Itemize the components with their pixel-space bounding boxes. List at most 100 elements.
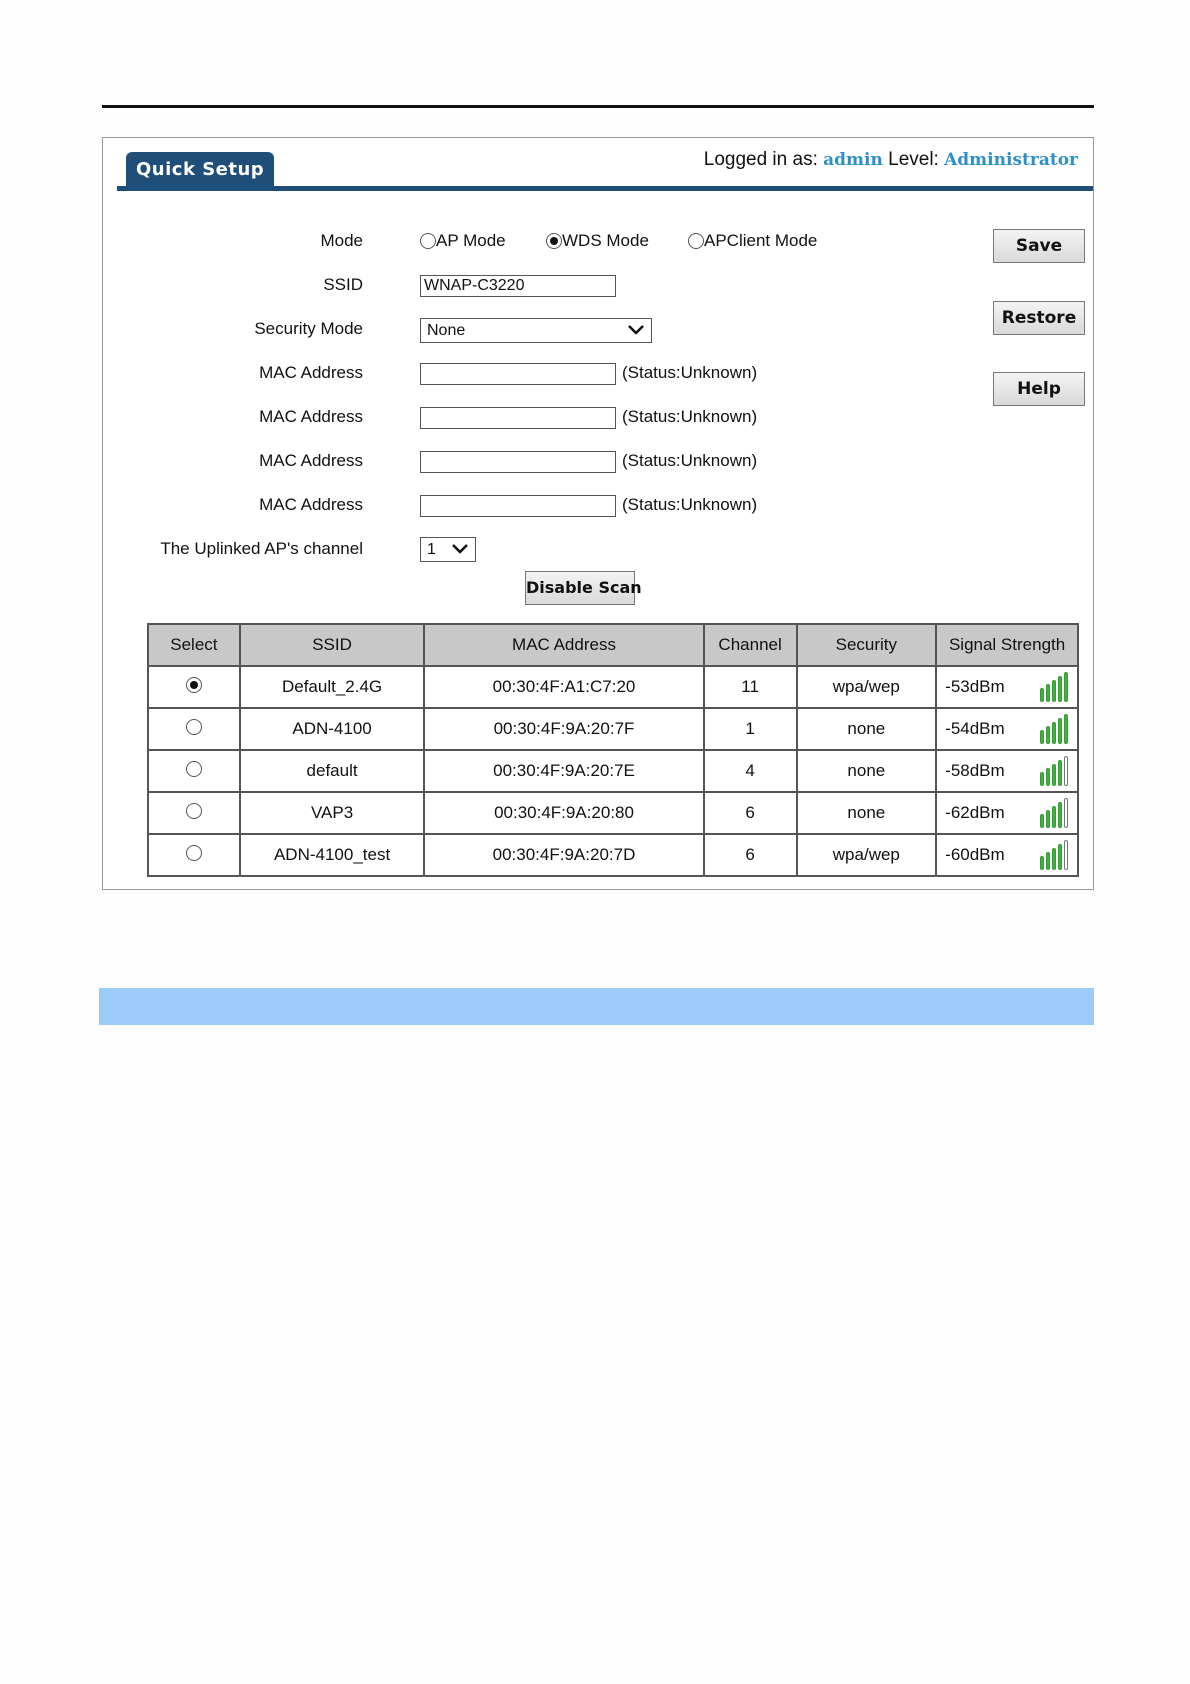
row-mac: 00:30:4F:9A:20:7F <box>423 707 705 751</box>
signal-bar <box>1058 844 1062 870</box>
mac-address-input-4[interactable] <box>420 495 616 517</box>
signal-bar <box>1064 798 1068 828</box>
signal-bar <box>1040 814 1044 828</box>
top-divider <box>102 105 1094 108</box>
row-ssid: ADN-4100_test <box>238 833 426 877</box>
header-mac-address: MAC Address <box>423 623 705 667</box>
ssid-input[interactable]: WNAP-C3220 <box>420 275 616 297</box>
row-ssid: Default_2.4G <box>238 665 426 709</box>
security-mode-value: None <box>427 321 466 339</box>
security-mode-label: Security Mode <box>254 319 363 338</box>
mac-address-label: MAC Address <box>259 495 363 514</box>
mode-ap-option[interactable]: AP Mode <box>420 231 506 251</box>
row-signal: -53dBm <box>935 665 1079 709</box>
signal-bar <box>1058 676 1062 702</box>
row-channel: 6 <box>702 833 798 877</box>
section-band <box>99 988 1094 1025</box>
header-channel: Channel <box>702 623 798 667</box>
row-ssid: default <box>238 749 426 793</box>
mac-address-input-2[interactable] <box>420 407 616 429</box>
row-select-cell[interactable] <box>147 707 241 751</box>
signal-bar <box>1064 756 1068 786</box>
table-row[interactable]: ADN-4100_test 00:30:4F:9A:20:7D 6 wpa/wep -6… <box>147 833 1079 877</box>
signal-bar <box>1052 806 1056 828</box>
row-security: none <box>795 707 938 751</box>
row-mac: 00:30:4F:9A:20:7D <box>423 833 705 877</box>
table-row[interactable]: VAP3 00:30:4F:9A:20:80 6 none -62dBm <box>147 791 1079 835</box>
user-name: admin <box>823 150 883 170</box>
signal-bar <box>1058 760 1062 786</box>
row-select-radio[interactable] <box>185 676 202 693</box>
signal-bar <box>1040 730 1044 744</box>
quick-setup-panel: Quick Setup Logged in as: admin Level: A… <box>102 137 1094 890</box>
table-row[interactable]: Default_2.4G 00:30:4F:A1:C7:20 11 wpa/wep -5… <box>147 665 1079 709</box>
header-select: Select <box>147 623 241 667</box>
signal-bar <box>1058 718 1062 744</box>
signal-bar <box>1064 840 1068 870</box>
row-select-radio[interactable] <box>185 760 202 777</box>
signal-bar <box>1040 856 1044 870</box>
signal-bar <box>1046 852 1050 870</box>
row-security: none <box>795 749 938 793</box>
row-signal: -54dBm <box>935 707 1079 751</box>
help-button[interactable]: Help <box>993 372 1085 406</box>
row-signal-value: -58dBm <box>945 761 1005 780</box>
uplinked-channel-label: The Uplinked AP's channel <box>160 539 363 558</box>
signal-strength-icon <box>1040 714 1068 744</box>
signal-bar <box>1058 802 1062 828</box>
signal-bar <box>1052 764 1056 786</box>
signal-bar <box>1052 722 1056 744</box>
row-security: wpa/wep <box>795 833 938 877</box>
mode-apclient-radio[interactable] <box>688 233 704 249</box>
signal-strength-icon <box>1040 840 1068 870</box>
row-select-cell[interactable] <box>147 833 241 877</box>
chevron-down-icon <box>628 325 644 335</box>
table-row[interactable]: default 00:30:4F:9A:20:7E 4 none -58dBm <box>147 749 1079 793</box>
ap-scan-table: Select SSID MAC Address Channel Security… <box>147 623 1079 877</box>
signal-bar <box>1064 672 1068 702</box>
chevron-down-icon <box>452 544 468 554</box>
row-select-radio[interactable] <box>185 844 202 861</box>
save-button[interactable]: Save <box>993 229 1085 263</box>
disable-scan-button[interactable]: Disable Scan <box>525 571 642 605</box>
header-signal-strength: Signal Strength <box>935 623 1079 667</box>
mac-address-input-3[interactable] <box>420 451 616 473</box>
header-security: Security <box>795 623 938 667</box>
mode-wds-label: WDS Mode <box>562 231 649 250</box>
row-security: none <box>795 791 938 835</box>
signal-bar <box>1046 726 1050 744</box>
uplinked-channel-select[interactable]: 1 <box>420 537 476 562</box>
row-signal: -60dBm <box>935 833 1079 877</box>
row-channel: 11 <box>702 665 798 709</box>
row-channel: 4 <box>702 749 798 793</box>
signal-bar <box>1046 768 1050 786</box>
row-select-radio[interactable] <box>185 718 202 735</box>
row-select-radio[interactable] <box>185 802 202 819</box>
signal-strength-icon <box>1040 756 1068 786</box>
mac-address-input-1[interactable] <box>420 363 616 385</box>
signal-bar <box>1052 680 1056 702</box>
row-mac: 00:30:4F:9A:20:80 <box>423 791 705 835</box>
tab-quick-setup[interactable]: Quick Setup <box>126 152 275 187</box>
header-ssid: SSID <box>238 623 426 667</box>
row-mac: 00:30:4F:A1:C7:20 <box>423 665 705 709</box>
mode-wds-option[interactable]: WDS Mode <box>546 231 649 251</box>
row-signal: -62dBm <box>935 791 1079 835</box>
signal-bar <box>1052 848 1056 870</box>
mac-status-4: (Status:Unknown) <box>622 495 758 514</box>
table-header-row: Select SSID MAC Address Channel Security… <box>147 623 1079 667</box>
mac-status-3: (Status:Unknown) <box>622 451 758 470</box>
row-select-cell[interactable] <box>147 749 241 793</box>
mode-wds-radio[interactable] <box>546 233 562 249</box>
table-row[interactable]: ADN-4100 00:30:4F:9A:20:7F 1 none -54dBm <box>147 707 1079 751</box>
security-mode-select[interactable]: None <box>420 318 652 343</box>
uplinked-channel-value: 1 <box>427 540 436 558</box>
mac-address-label: MAC Address <box>259 363 363 382</box>
row-select-cell[interactable] <box>147 791 241 835</box>
restore-button[interactable]: Restore <box>993 301 1085 335</box>
mode-ap-radio[interactable] <box>420 233 436 249</box>
row-select-cell[interactable] <box>147 665 241 709</box>
mode-apclient-option[interactable]: APClient Mode <box>688 231 817 251</box>
mac-address-label: MAC Address <box>259 451 363 470</box>
mode-apclient-label: APClient Mode <box>704 231 818 250</box>
